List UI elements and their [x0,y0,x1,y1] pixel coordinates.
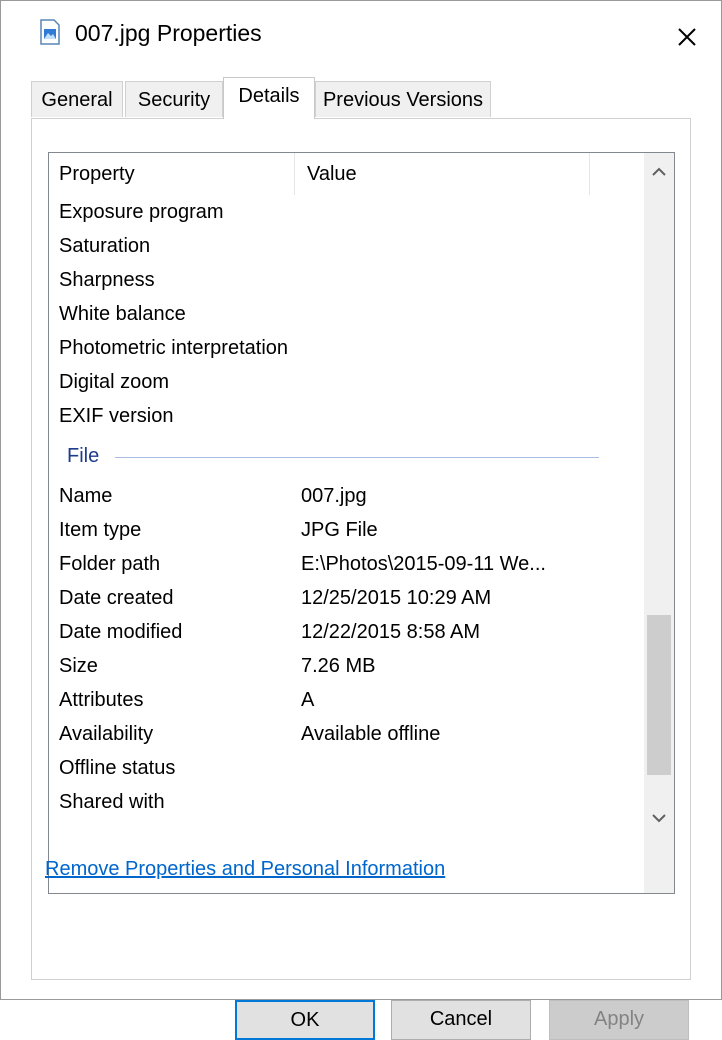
image-file-icon [40,19,60,45]
property-name: Size [59,655,98,677]
property-row[interactable]: Date created 12/25/2015 10:29 AM [49,581,619,615]
tabs-area: General Security Details Previous Versio… [1,63,721,1040]
property-row[interactable]: Name 007.jpg [49,479,619,513]
property-row[interactable]: Size 7.26 MB [49,649,619,683]
property-row[interactable]: Digital zoom [49,365,619,399]
group-header-file[interactable]: File [67,439,99,473]
ok-button[interactable]: OK [235,1000,375,1040]
property-list[interactable]: Property Value Exposure program Saturati… [48,152,675,894]
scroll-thumb[interactable] [647,615,671,775]
property-row[interactable]: Shared with [49,785,619,819]
property-name: White balance [59,303,186,325]
property-name: Shared with [59,791,165,813]
property-row[interactable]: Offline status [49,751,619,785]
property-value: 007.jpg [301,485,367,507]
window-title: 007.jpg Properties [75,20,262,46]
vertical-scrollbar[interactable] [644,153,674,893]
property-row[interactable]: Item type JPG File [49,513,619,547]
property-row[interactable]: Saturation [49,229,619,263]
column-divider[interactable] [589,153,590,195]
property-row[interactable]: Sharpness [49,263,619,297]
scroll-down-arrow-icon[interactable] [644,803,674,833]
property-value: E:\Photos\2015-09-11 We... [301,553,546,575]
tab-general[interactable]: General [31,81,123,117]
property-name: Date created [59,587,174,609]
property-value: Available offline [301,723,441,745]
title-bar: 007.jpg Properties [1,1,721,63]
property-name: Exposure program [59,201,224,223]
details-panel: Property Value Exposure program Saturati… [31,118,691,980]
tab-security[interactable]: Security [125,81,223,117]
tab-previous-versions[interactable]: Previous Versions [315,81,491,117]
property-row[interactable]: Date modified 12/22/2015 8:58 AM [49,615,619,649]
property-name: Offline status [59,757,176,779]
column-header-property[interactable]: Property [59,153,299,195]
property-value: A [301,689,315,711]
remove-properties-link[interactable]: Remove Properties and Personal Informati… [45,858,445,881]
scroll-up-arrow-icon[interactable] [644,157,674,187]
property-name: Photometric interpretation [59,337,289,359]
property-name: Date modified [59,621,183,643]
group-divider [115,457,599,458]
property-name: Digital zoom [59,371,170,393]
tab-details[interactable]: Details [223,77,315,119]
property-row[interactable]: Folder path E:\Photos\2015-09-11 We... [49,547,619,581]
property-name: Sharpness [59,269,155,291]
property-row[interactable]: Photometric interpretation [49,331,619,365]
properties-dialog: 007.jpg Properties General Security Deta… [0,0,722,1040]
property-name: Saturation [59,235,151,257]
property-name: Availability [59,723,154,745]
apply-button[interactable]: Apply [549,1000,689,1040]
property-value: 7.26 MB [301,655,376,677]
property-value: 12/22/2015 8:58 AM [301,621,481,643]
property-row[interactable]: Exposure program [49,195,619,229]
property-name: Name [59,485,113,507]
column-header-value[interactable]: Value [307,153,597,195]
property-name: Item type [59,519,142,541]
property-row[interactable]: Availability Available offline [49,717,619,751]
property-name: Folder path [59,553,161,575]
property-value: JPG File [301,519,378,541]
property-row[interactable]: Attributes A [49,683,619,717]
property-row[interactable]: White balance [49,297,619,331]
close-icon[interactable] [671,21,703,53]
property-name: Attributes [59,689,144,711]
column-divider[interactable] [294,153,295,195]
cancel-button[interactable]: Cancel [391,1000,531,1040]
property-name: EXIF version [59,405,174,427]
property-value: 12/25/2015 10:29 AM [301,587,492,609]
property-row[interactable]: EXIF version [49,399,619,433]
